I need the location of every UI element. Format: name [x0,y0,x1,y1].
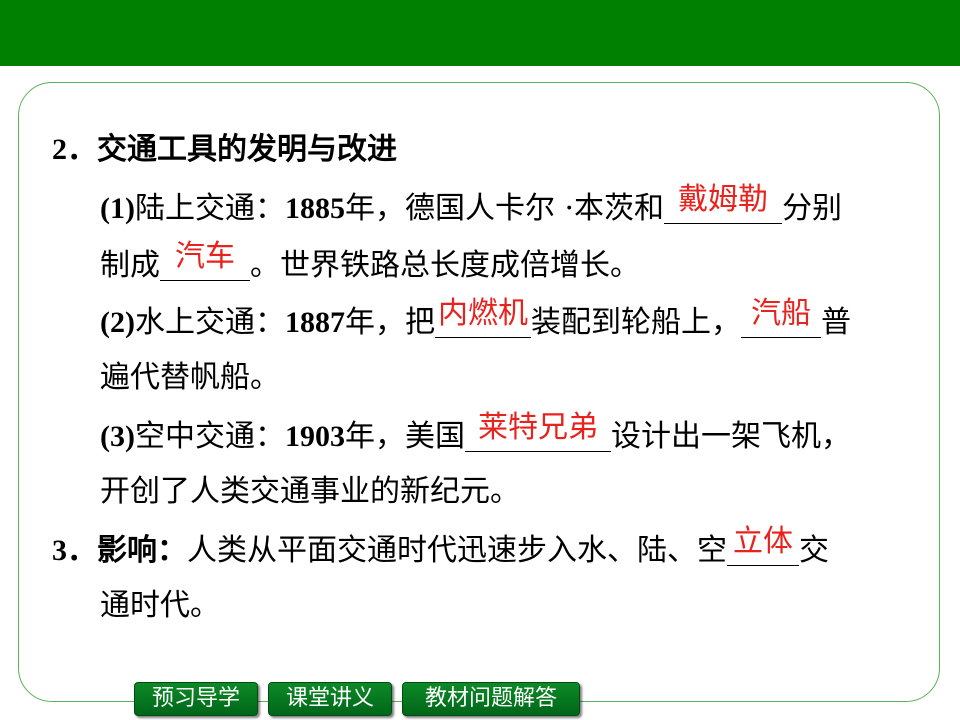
blank-steamship: 汽船 [740,297,821,338]
preview-guide-button[interactable]: 预习导学 [134,682,258,716]
water-transport-line-1: (2)水上交通：1887年，把 内燃机 装配到轮船上， 汽船普 [100,297,851,341]
section-3-text-1: 人类从平面交通时代迅速步入水、陆、空 [187,533,727,568]
lecture-button[interactable]: 课堂讲义 [268,682,392,716]
blank-car: 汽车 [160,240,250,281]
answer-3d: 立体 [733,524,793,559]
water-text-5: 遍代替帆船。 [100,360,280,395]
blank-engine: 内燃机 [434,297,531,338]
blank-daimler: 戴姆勒 [664,183,783,224]
header-bar [0,0,960,66]
water-label: (2) [100,306,135,339]
air-text-3: 设计出一架飞机， [610,419,851,454]
blank-wright: 莱特兄弟 [464,411,611,452]
section-3-text-2: 交 [799,533,829,568]
answer-steamship: 汽船 [750,296,811,331]
air-label: (3) [100,420,135,453]
answer-engine: 内燃机 [437,296,528,331]
answer-daimler: 戴姆勒 [678,182,769,217]
air-transport-line-1: (3)空中交通：1903年，美国 莱特兄弟 设计出一架飞机， [100,411,851,455]
water-transport-line-2: 遍代替帆船。 [100,360,280,396]
air-transport-line-2: 开创了人类交通事业的新纪元。 [100,474,520,510]
bottom-nav: 预习导学 课堂讲义 教材问题解答 [134,682,580,716]
water-text-4: 普 [820,305,851,340]
section-2-title: 交通工具的发明与改进 [97,132,397,167]
land-text-3: 分别 [782,191,843,226]
section-2-number: 2． [52,133,97,166]
land-text-4: 制成 [100,248,160,283]
section-3-number: 3． [52,534,97,567]
section-2-heading: 2．交通工具的发明与改进 [52,132,397,168]
air-text-1: 空中交通： [134,419,285,454]
answer-car: 汽车 [175,239,235,274]
water-text-3: 装配到轮船上， [530,305,741,340]
section-3-text-3: 通时代。 [100,588,220,623]
land-text-2: 年，德国人卡尔 ·本茨和 [344,191,665,226]
water-text-2: 年，把 [344,305,435,340]
air-text-2: 年，美国 [344,419,465,454]
section-3-line-1: 3．影响：人类从平面交通时代迅速步入水、陆、空 立体交 [52,525,829,569]
land-transport-line-1: (1)陆上交通：1885年，德国人卡尔 ·本茨和 戴姆勒 分别 [100,183,843,227]
answer-wright: 莱特兄弟 [477,410,598,445]
section-3-line-2: 通时代。 [100,588,220,624]
land-year: 1885 [284,192,345,225]
land-text-5: 。世界铁路总长度成倍增长。 [250,248,640,283]
land-transport-line-2: 制成 汽车 。世界铁路总长度成倍增长。 [100,240,640,284]
air-year: 1903 [284,420,345,453]
water-year: 1887 [284,306,345,339]
air-text-4: 开创了人类交通事业的新纪元。 [100,474,520,509]
water-text-1: 水上交通： [134,305,285,340]
section-3-title: 影响： [97,533,187,568]
land-label: (1) [100,192,135,225]
blank-3d: 立体 [727,525,799,566]
land-text-1: 陆上交通： [134,191,285,226]
textbook-answers-button[interactable]: 教材问题解答 [402,682,580,716]
